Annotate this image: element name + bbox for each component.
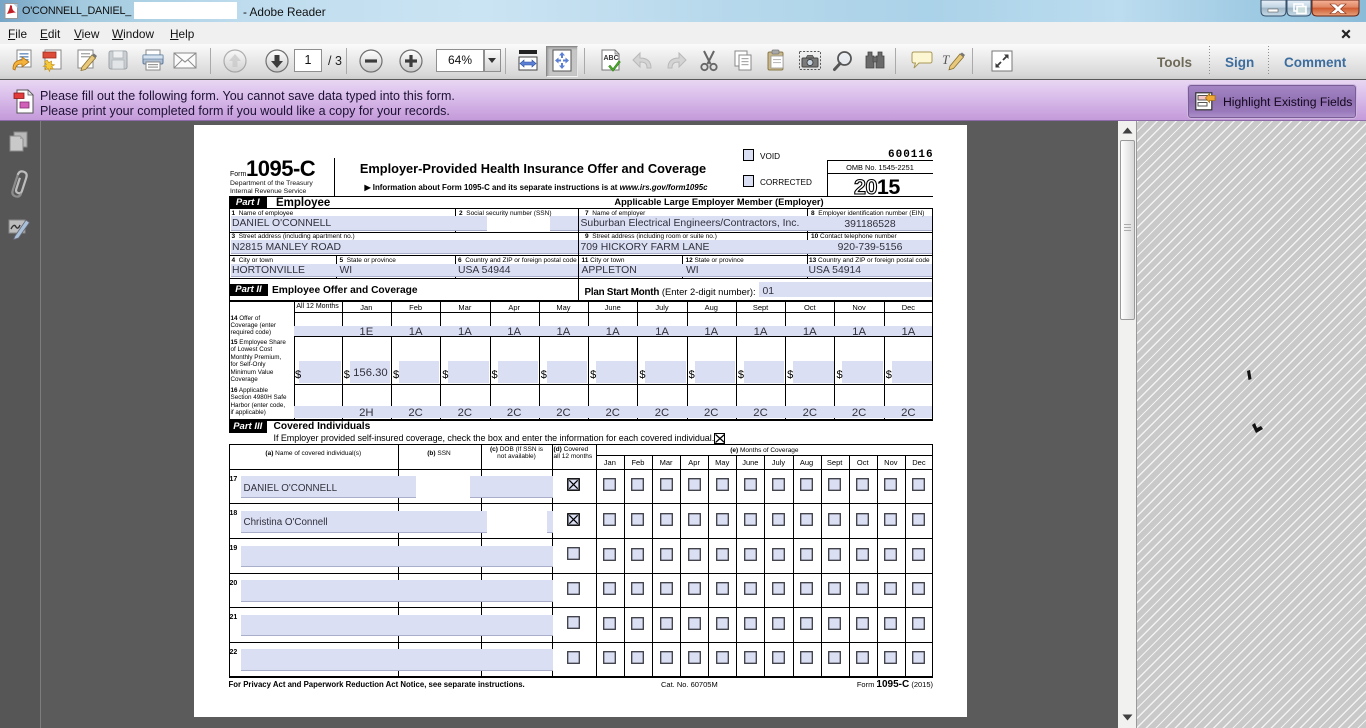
svg-text:ABC: ABC [604,55,619,62]
svg-text:T: T [942,52,950,67]
